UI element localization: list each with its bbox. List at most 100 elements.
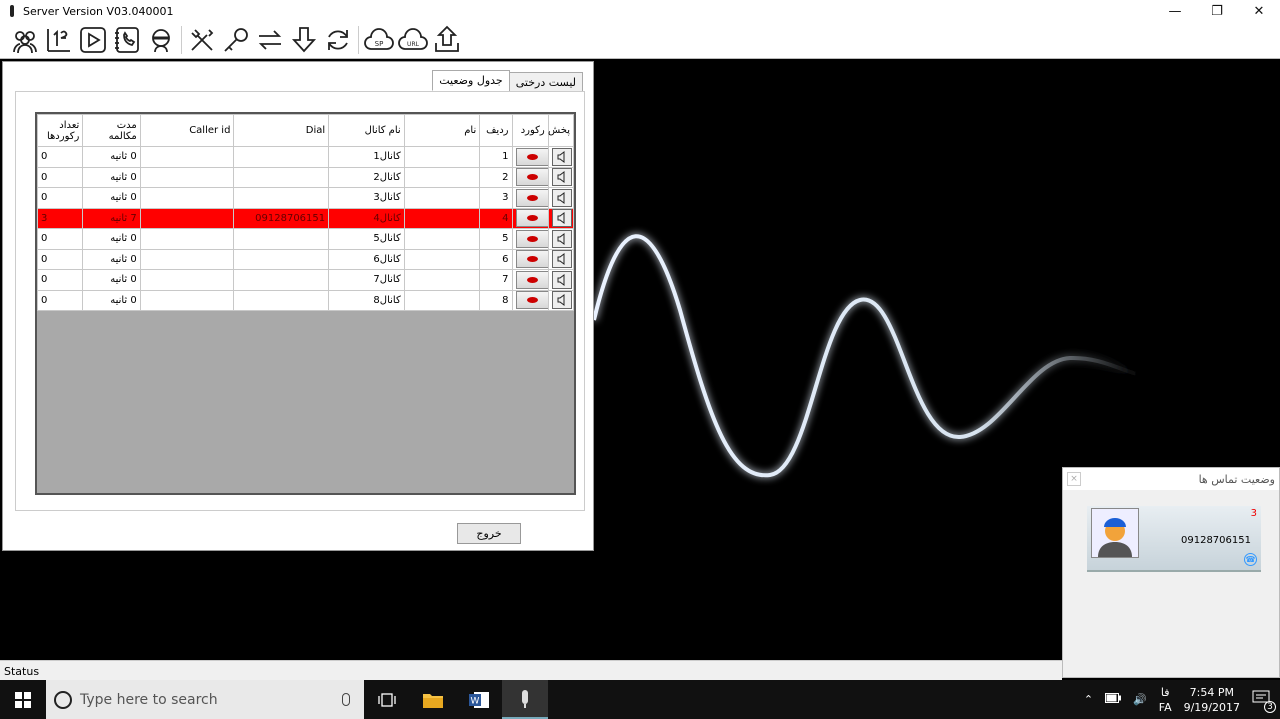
users-icon[interactable]	[8, 24, 41, 57]
cell-count[interactable]: 3	[37, 207, 84, 229]
cell-duration[interactable]: 7 ثانیه	[82, 207, 141, 229]
sp-cloud-icon[interactable]: SP	[362, 24, 395, 57]
download-icon[interactable]	[287, 24, 320, 57]
cell-row[interactable]: 2	[479, 166, 513, 188]
cell-count[interactable]: 0	[37, 248, 84, 270]
exit-button[interactable]: خروج	[457, 523, 521, 544]
cell-row[interactable]: 4	[479, 207, 513, 229]
task-view-icon[interactable]	[364, 680, 410, 719]
col-row[interactable]: ردیف	[479, 114, 513, 147]
cell-channel-name[interactable]: کانال7	[328, 269, 405, 291]
key-icon[interactable]	[219, 24, 252, 57]
cell-channel-name[interactable]: کانال2	[328, 166, 405, 188]
col-play[interactable]: پخش	[547, 114, 574, 147]
windows-start-icon[interactable]	[0, 680, 46, 719]
cell-channel-name[interactable]: کانال8	[328, 289, 405, 311]
speaker-icon[interactable]	[551, 270, 572, 289]
close-button[interactable]: ✕	[1238, 0, 1280, 22]
close-icon[interactable]: ×	[1067, 472, 1081, 486]
taskbar-search[interactable]: Type here to search	[46, 680, 364, 719]
speaker-icon[interactable]	[551, 291, 572, 310]
url-cloud-icon[interactable]: URL	[396, 24, 429, 57]
table-row-active-call[interactable]: 3 7 ثانیه 09128706151 کانال4 4	[37, 207, 574, 229]
refresh-icon[interactable]	[321, 24, 354, 57]
cell-row[interactable]: 3	[479, 187, 513, 209]
cell-channel-name[interactable]: کانال4	[328, 207, 405, 229]
word-icon[interactable]: W	[456, 680, 502, 719]
call-card[interactable]: 3 09128706151 ☎	[1087, 506, 1261, 572]
cell-duration[interactable]: 0 ثانیه	[82, 228, 141, 250]
cell-channel-name[interactable]: کانال5	[328, 228, 405, 250]
phonebook-icon[interactable]	[110, 24, 143, 57]
speaker-icon[interactable]	[551, 168, 572, 187]
cell-duration[interactable]: 0 ثانیه	[82, 289, 141, 311]
cell-duration[interactable]: 0 ثانیه	[82, 269, 141, 291]
table-row[interactable]: 0 0 ثانیه کانال2 2	[37, 166, 574, 188]
cell-dial[interactable]	[233, 289, 330, 311]
cell-caller-id[interactable]	[139, 207, 235, 229]
cell-caller-id[interactable]	[139, 187, 235, 209]
upload-icon[interactable]	[430, 24, 463, 57]
speaker-icon[interactable]	[551, 188, 572, 207]
cell-name[interactable]	[403, 187, 481, 209]
file-explorer-icon[interactable]	[410, 680, 456, 719]
cell-name[interactable]	[403, 248, 481, 270]
cell-row[interactable]: 5	[479, 228, 513, 250]
cell-duration[interactable]: 0 ثانیه	[82, 146, 141, 168]
table-row[interactable]: 0 0 ثانیه کانال3 3	[37, 187, 574, 209]
volume-icon[interactable]: 🔊	[1133, 693, 1147, 706]
numbers-icon[interactable]	[42, 24, 75, 57]
cell-duration[interactable]: 0 ثانیه	[82, 166, 141, 188]
cell-count[interactable]: 0	[37, 166, 84, 188]
cell-dial[interactable]	[233, 248, 330, 270]
cell-duration[interactable]: 0 ثانیه	[82, 248, 141, 270]
col-name[interactable]: نام	[403, 114, 481, 147]
cell-dial[interactable]: 09128706151	[233, 207, 330, 229]
play-icon[interactable]	[76, 24, 109, 57]
speaker-icon[interactable]	[551, 229, 572, 248]
battery-icon[interactable]	[1105, 693, 1122, 706]
restore-button[interactable]: ❐	[1196, 0, 1238, 22]
cell-caller-id[interactable]	[139, 228, 235, 250]
col-dial[interactable]: Dial	[233, 114, 330, 147]
table-row[interactable]: 0 0 ثانیه کانال6 6	[37, 248, 574, 270]
cell-dial[interactable]	[233, 228, 330, 250]
cell-channel-name[interactable]: کانال6	[328, 248, 405, 270]
cell-name[interactable]	[403, 269, 481, 291]
col-count[interactable]: تعداد رکوردها	[37, 114, 84, 147]
cell-caller-id[interactable]	[139, 289, 235, 311]
cell-row[interactable]: 7	[479, 269, 513, 291]
chevron-up-icon[interactable]: ⌃	[1084, 693, 1093, 706]
record-button[interactable]	[515, 270, 548, 289]
cell-name[interactable]	[403, 207, 481, 229]
table-row[interactable]: 0 0 ثانیه کانال1 1	[37, 146, 574, 168]
cell-dial[interactable]	[233, 166, 330, 188]
table-row[interactable]: 0 0 ثانیه کانال8 8	[37, 289, 574, 311]
cell-count[interactable]: 0	[37, 187, 84, 209]
cell-row[interactable]: 8	[479, 289, 513, 311]
cell-name[interactable]	[403, 146, 481, 168]
cell-row[interactable]: 6	[479, 248, 513, 270]
tab-tree-list[interactable]: لیست درختی	[508, 72, 583, 93]
cell-channel-name[interactable]: کانال1	[328, 146, 405, 168]
cell-name[interactable]	[403, 228, 481, 250]
record-button[interactable]	[515, 147, 548, 166]
microphone-icon[interactable]	[342, 693, 350, 706]
minimize-button[interactable]: —	[1154, 0, 1196, 22]
server-app-taskbar-icon[interactable]	[502, 680, 548, 719]
col-caller-id[interactable]: Caller id	[139, 114, 235, 147]
table-row[interactable]: 0 0 ثانیه کانال7 7	[37, 269, 574, 291]
record-button[interactable]	[515, 291, 548, 310]
cell-name[interactable]	[403, 289, 481, 311]
cell-caller-id[interactable]	[139, 248, 235, 270]
col-duration[interactable]: مدت مکالمه	[82, 114, 141, 147]
cell-caller-id[interactable]	[139, 146, 235, 168]
transfer-icon[interactable]	[253, 24, 286, 57]
notification-icon[interactable]: 3	[1252, 690, 1276, 713]
cell-name[interactable]	[403, 166, 481, 188]
record-button[interactable]	[515, 188, 548, 207]
record-button[interactable]	[515, 168, 548, 187]
col-channel-name[interactable]: نام کانال	[328, 114, 405, 147]
cell-row[interactable]: 1	[479, 146, 513, 168]
speaker-icon[interactable]	[551, 147, 572, 166]
